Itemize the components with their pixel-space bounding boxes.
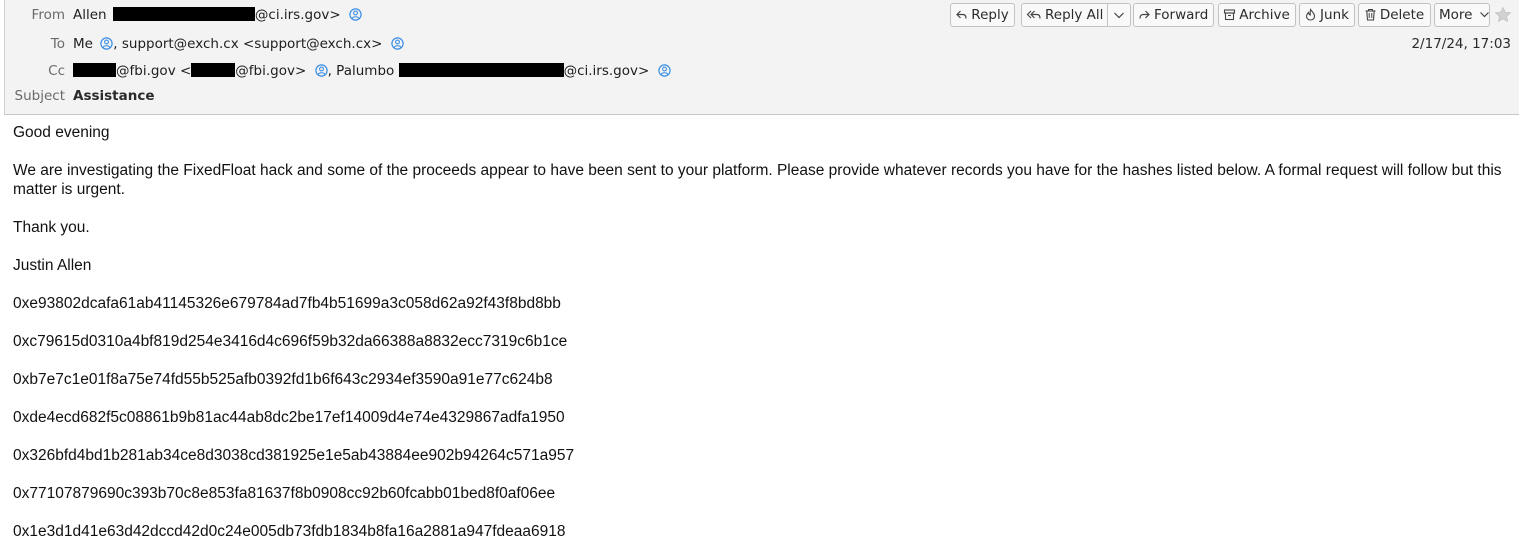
trash-icon: [1365, 8, 1376, 21]
cc-part3: , Palumbo: [327, 63, 395, 79]
more-label: More: [1439, 7, 1473, 23]
message-date: 2/17/24, 17:03: [1411, 36, 1511, 52]
greeting: Good evening: [13, 124, 110, 141]
chevron-down-icon: [1114, 12, 1124, 19]
to-addresses[interactable]: Me , support@exch.cx <support@exch.cx>: [73, 35, 404, 53]
forward-label: Forward: [1154, 7, 1209, 23]
subject-row: Subject Assistance: [5, 87, 945, 105]
from-address[interactable]: Allen @ci.irs.gov>: [73, 6, 362, 24]
hash-line: 0x77107879690c393b70c8e853fa81637f8b0908…: [13, 485, 556, 502]
chevron-down-icon: [1479, 12, 1489, 18]
cc-part2: @fbi.gov>: [235, 63, 307, 79]
hash-line: 0x326bfd4bd1b281ab34ce8d3038cd381925e1e5…: [13, 447, 575, 464]
reply-all-menu-button[interactable]: [1107, 3, 1131, 27]
thanks-line: Thank you.: [13, 219, 90, 236]
from-domain: @ci.irs.gov>: [254, 7, 341, 23]
forward-arrow-icon: [1139, 10, 1150, 19]
flame-icon: [1305, 8, 1316, 21]
contact-icon[interactable]: [314, 64, 328, 77]
message-header: From Allen @ci.irs.gov> To Me , support@…: [4, 0, 1519, 115]
to-rest: , support@exch.cx <support@exch.cx>: [113, 36, 383, 52]
redaction-bar: [112, 7, 255, 21]
from-row: From Allen @ci.irs.gov>: [5, 6, 945, 24]
hash-line: 0xb7e7c1e01f8a75e74fd55b525afb0392fd1b6f…: [13, 371, 553, 388]
hash-line: 0xc79615d0310a4bf819d254e3416d4c696f59b3…: [13, 333, 568, 350]
archive-box-icon: [1224, 9, 1236, 21]
reply-label: Reply: [971, 7, 1009, 23]
subject-text: Assistance: [73, 88, 155, 104]
junk-button[interactable]: Junk: [1299, 3, 1355, 27]
to-me: Me: [73, 36, 93, 52]
star-icon[interactable]: [1494, 6, 1512, 24]
contact-icon[interactable]: [349, 8, 362, 21]
hash-line: 0xe93802dcafa61ab41145326e679784ad7fb4b5…: [13, 295, 561, 312]
cc-part4: @ci.irs.gov>: [563, 63, 650, 79]
redaction-bar: [73, 63, 116, 77]
contact-icon[interactable]: [100, 37, 113, 50]
subject-label: Subject: [14, 88, 65, 104]
hash-line: 0x1e3d1d41e63d42dccd42d0c24e005db73fdb18…: [13, 523, 566, 540]
reply-all-button[interactable]: Reply All: [1021, 3, 1108, 27]
contact-icon[interactable]: [657, 64, 671, 77]
more-button[interactable]: More: [1434, 3, 1490, 27]
hash-line: 0xde4ecd682f5c08861b9b81ac44ab8dc2be17ef…: [13, 409, 565, 426]
contact-icon[interactable]: [391, 37, 404, 50]
reply-all-arrow-icon: [1026, 10, 1041, 19]
body-paragraph: We are investigating the FixedFloat hack…: [13, 162, 1502, 198]
to-label: To: [50, 36, 65, 52]
cc-part1: @fbi.gov <: [116, 63, 192, 79]
reply-button[interactable]: Reply: [950, 3, 1015, 27]
delete-label: Delete: [1379, 7, 1425, 23]
cc-row: Cc @fbi.gov < @fbi.gov> , Palumbo @ci.irs…: [5, 62, 945, 80]
from-name: Allen: [73, 7, 107, 23]
archive-label: Archive: [1239, 7, 1290, 23]
to-row: To Me , support@exch.cx <support@exch.cx…: [5, 35, 945, 53]
junk-label: Junk: [1320, 7, 1349, 23]
cc-label: Cc: [48, 63, 65, 79]
signature: Justin Allen: [13, 257, 92, 274]
archive-button[interactable]: Archive: [1218, 3, 1296, 27]
from-label: From: [31, 7, 65, 23]
reply-all-label: Reply All: [1045, 7, 1104, 23]
forward-button[interactable]: Forward: [1133, 3, 1214, 27]
reply-arrow-icon: [956, 10, 967, 19]
cc-addresses[interactable]: @fbi.gov < @fbi.gov> , Palumbo @ci.irs.go…: [73, 62, 671, 80]
delete-button[interactable]: Delete: [1358, 3, 1431, 27]
redaction-bar: [191, 63, 236, 77]
redaction-bar: [398, 63, 564, 77]
